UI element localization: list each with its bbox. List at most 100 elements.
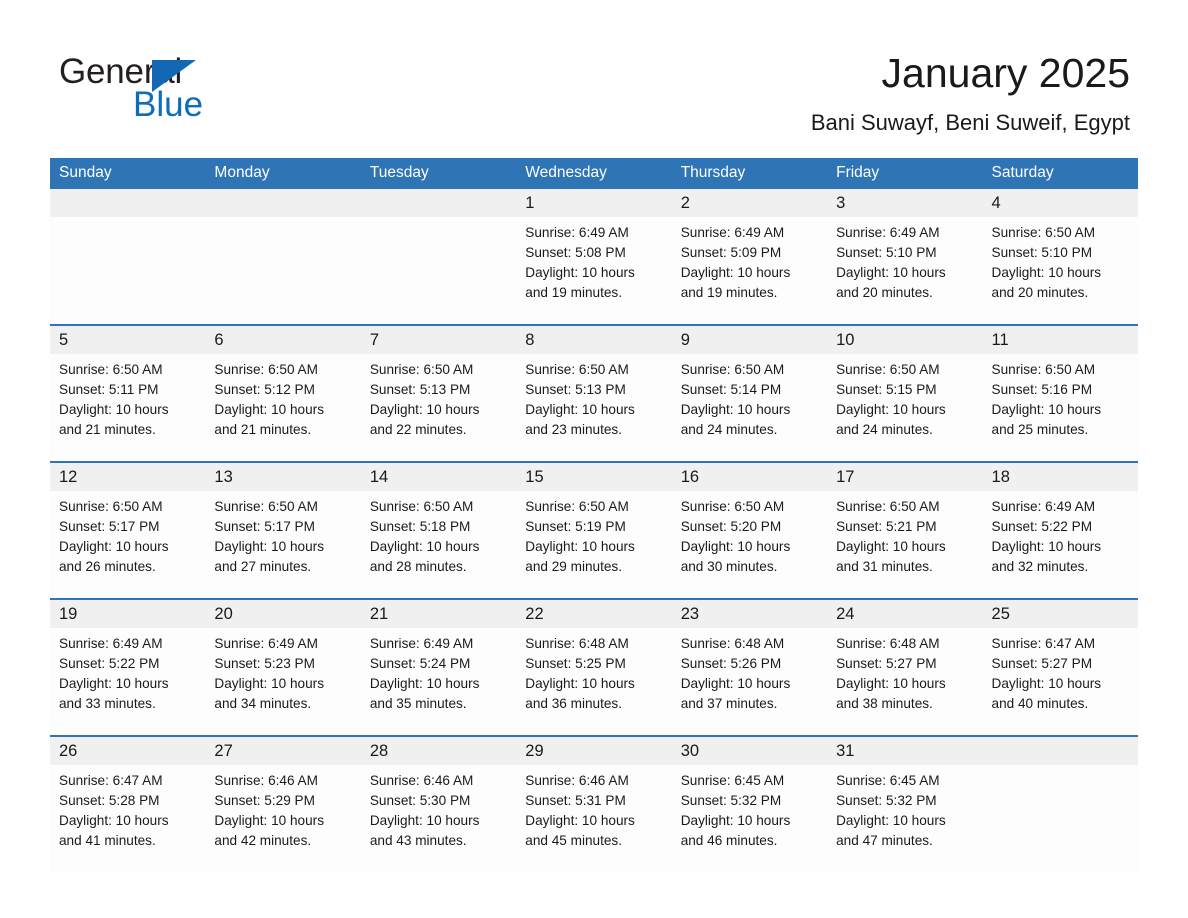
day-cell-inner: 25 Sunrise: 6:47 AM Sunset: 5:27 PM Dayligh… — [982, 600, 1138, 735]
day-detail-daylight1: Daylight: 10 hours — [369, 813, 480, 828]
day-detail-sunrise: Sunrise: 6:50 AM — [369, 499, 474, 514]
day-number-band: 30 — [671, 737, 828, 765]
day-detail-daylight1: Daylight: 10 hours — [214, 813, 324, 828]
calendar-day-cell[interactable]: 22 Sunrise: 6:48 AM Sunset: 5:25 PM Dayligh… — [516, 598, 672, 736]
day-detail-daylight1: Daylight: 10 hours — [525, 402, 635, 417]
calendar-day-cell[interactable]: 21 Sunrise: 6:49 AM Sunset: 5:24 PM Dayligh… — [360, 598, 517, 736]
calendar-day-cell[interactable]: 26 Sunrise: 6:47 AM Sunset: 5:28 PM Dayligh… — [50, 735, 206, 872]
day-detail-daylight1: Daylight: 10 hours — [836, 813, 946, 828]
day-detail-sunset: Sunset: 5:25 PM — [525, 656, 626, 671]
calendar-day-cell[interactable]: 11 Sunrise: 6:50 AM Sunset: 5:16 PM Dayligh… — [982, 324, 1138, 462]
day-detail-daylight2: and 40 minutes. — [991, 696, 1089, 711]
day-number: 14 — [369, 468, 389, 486]
calendar-day-cell[interactable]: 19 Sunrise: 6:49 AM Sunset: 5:22 PM Dayligh… — [50, 598, 206, 736]
calendar-day-cell[interactable]: 9 Sunrise: 6:50 AM Sunset: 5:14 PM Daylight… — [671, 324, 828, 462]
calendar-day-cell[interactable]: 12 Sunrise: 6:50 AM Sunset: 5:17 PM Dayligh… — [50, 461, 206, 599]
calendar-day-cell[interactable]: 24 Sunrise: 6:48 AM Sunset: 5:27 PM Dayligh… — [827, 598, 983, 736]
day-detail-sunrise: Sunrise: 6:50 AM — [59, 499, 163, 514]
day-number: 28 — [369, 742, 389, 760]
day-detail-daylight1: Daylight: 10 hours — [836, 402, 946, 417]
day-number-band: 19 — [50, 600, 206, 628]
day-detail-daylight1: Daylight: 10 hours — [369, 402, 480, 417]
calendar-day-cell[interactable]: 2 Sunrise: 6:49 AM Sunset: 5:09 PM Daylight… — [671, 189, 828, 325]
day-detail-sunrise: Sunrise: 6:50 AM — [369, 362, 474, 377]
day-number-band — [50, 189, 206, 217]
day-detail-sunrise: Sunrise: 6:47 AM — [59, 773, 163, 788]
day-cell-inner: 22 Sunrise: 6:48 AM Sunset: 5:25 PM Dayligh… — [516, 600, 672, 735]
day-detail-daylight1: Daylight: 10 hours — [991, 265, 1102, 280]
day-detail-daylight1: Daylight: 10 hours — [991, 539, 1102, 554]
calendar-day-cell[interactable]: 25 Sunrise: 6:47 AM Sunset: 5:27 PM Dayligh… — [982, 598, 1138, 736]
calendar-day-cell[interactable]: 18 Sunrise: 6:49 AM Sunset: 5:22 PM Dayligh… — [982, 461, 1138, 599]
calendar-day-cell[interactable]: 6 Sunrise: 6:50 AM Sunset: 5:12 PM Daylight… — [205, 324, 361, 462]
weekday-header-monday: Monday — [205, 158, 361, 189]
day-detail-sunset: Sunset: 5:13 PM — [525, 382, 626, 397]
page-title: January 2025 — [881, 50, 1130, 96]
calendar-day-cell[interactable]: 23 Sunrise: 6:48 AM Sunset: 5:26 PM Dayligh… — [671, 598, 828, 736]
day-detail-sunset: Sunset: 5:13 PM — [369, 382, 471, 397]
day-detail-daylight2: and 42 minutes. — [214, 833, 312, 848]
calendar-day-cell[interactable]: 7 Sunrise: 6:50 AM Sunset: 5:13 PM Daylight… — [360, 324, 517, 462]
day-cell-inner: 3 Sunrise: 6:49 AM Sunset: 5:10 PM Daylight… — [827, 189, 983, 324]
day-detail-sunrise: Sunrise: 6:50 AM — [214, 499, 318, 514]
weekday-header-thursday: Thursday — [671, 158, 828, 189]
calendar-day-cell[interactable]: 17 Sunrise: 6:50 AM Sunset: 5:21 PM Dayligh… — [827, 461, 983, 599]
day-detail-daylight2: and 21 minutes. — [214, 422, 312, 437]
day-number: 10 — [836, 331, 855, 349]
day-number: 19 — [59, 605, 78, 623]
day-cell-inner: 29 Sunrise: 6:46 AM Sunset: 5:31 PM Dayligh… — [516, 737, 672, 872]
day-number-band: 10 — [827, 326, 983, 354]
day-detail-sunset: Sunset: 5:29 PM — [214, 793, 315, 808]
day-detail-daylight1: Daylight: 10 hours — [525, 813, 635, 828]
calendar-day-cell[interactable]: 29 Sunrise: 6:46 AM Sunset: 5:31 PM Dayligh… — [516, 735, 672, 872]
day-detail-daylight2: and 32 minutes. — [991, 559, 1089, 574]
day-number-band: 21 — [360, 600, 517, 628]
day-detail-sunset: Sunset: 5:10 PM — [836, 245, 937, 260]
calendar-table: Sunday Monday Tuesday Wednesday Thursday… — [50, 158, 1138, 872]
calendar-day-cell[interactable]: 28 Sunrise: 6:46 AM Sunset: 5:30 PM Dayligh… — [360, 735, 517, 872]
day-details: Sunrise: 6:50 AM Sunset: 5:19 PM Daylight:… — [516, 491, 671, 577]
calendar-day-cell[interactable]: 30 Sunrise: 6:45 AM Sunset: 5:32 PM Dayligh… — [671, 735, 828, 872]
day-detail-daylight1: Daylight: 10 hours — [59, 539, 169, 554]
calendar-day-cell[interactable]: 10 Sunrise: 6:50 AM Sunset: 5:15 PM Dayligh… — [827, 324, 983, 462]
calendar-day-cell[interactable]: 13 Sunrise: 6:50 AM Sunset: 5:17 PM Dayligh… — [205, 461, 361, 599]
day-detail-sunrise: Sunrise: 6:50 AM — [991, 225, 1096, 240]
day-cell-inner — [982, 737, 1138, 872]
day-number: 7 — [369, 331, 380, 349]
day-detail-daylight1: Daylight: 10 hours — [214, 676, 324, 691]
calendar-day-cell[interactable]: 20 Sunrise: 6:49 AM Sunset: 5:23 PM Dayligh… — [205, 598, 361, 736]
day-detail-sunset: Sunset: 5:30 PM — [369, 793, 471, 808]
calendar-day-cell[interactable]: 15 Sunrise: 6:50 AM Sunset: 5:19 PM Dayligh… — [516, 461, 672, 599]
day-detail-sunset: Sunset: 5:21 PM — [836, 519, 937, 534]
day-detail-daylight2: and 43 minutes. — [369, 833, 467, 848]
day-number-band: 18 — [982, 463, 1138, 491]
day-cell-inner — [360, 189, 517, 324]
calendar-day-cell[interactable]: 14 Sunrise: 6:50 AM Sunset: 5:18 PM Dayligh… — [360, 461, 517, 599]
day-detail-sunset: Sunset: 5:23 PM — [214, 656, 315, 671]
day-number-band: 12 — [50, 463, 206, 491]
day-number: 23 — [680, 605, 700, 623]
day-number-band: 31 — [827, 737, 983, 765]
day-details: Sunrise: 6:48 AM Sunset: 5:26 PM Daylight:… — [672, 628, 827, 714]
calendar-day-cell[interactable]: 31 Sunrise: 6:45 AM Sunset: 5:32 PM Dayligh… — [827, 735, 983, 872]
day-number-band: 15 — [516, 463, 672, 491]
day-details: Sunrise: 6:48 AM Sunset: 5:27 PM Daylight:… — [827, 628, 982, 714]
weekday-header-wednesday: Wednesday — [516, 158, 672, 189]
day-cell-inner: 1 Sunrise: 6:49 AM Sunset: 5:08 PM Daylight… — [516, 189, 672, 324]
day-number-band — [205, 189, 361, 217]
day-number-band: 17 — [827, 463, 983, 491]
day-detail-sunset: Sunset: 5:20 PM — [680, 519, 782, 534]
day-detail-sunset: Sunset: 5:12 PM — [214, 382, 315, 397]
day-detail-daylight2: and 47 minutes. — [836, 833, 933, 848]
calendar-day-cell[interactable]: 3 Sunrise: 6:49 AM Sunset: 5:10 PM Daylight… — [827, 189, 983, 325]
calendar-day-cell[interactable]: 5 Sunrise: 6:50 AM Sunset: 5:11 PM Daylight… — [50, 324, 206, 462]
day-detail-sunset: Sunset: 5:15 PM — [836, 382, 937, 397]
calendar-week-row: 12 Sunrise: 6:50 AM Sunset: 5:17 PM Dayligh… — [50, 461, 1138, 599]
calendar-day-cell[interactable]: 27 Sunrise: 6:46 AM Sunset: 5:29 PM Dayligh… — [205, 735, 361, 872]
day-cell-inner: 23 Sunrise: 6:48 AM Sunset: 5:26 PM Dayligh… — [671, 600, 828, 735]
calendar-day-cell[interactable]: 4 Sunrise: 6:50 AM Sunset: 5:10 PM Daylight… — [982, 189, 1138, 325]
day-detail-sunrise: Sunrise: 6:49 AM — [525, 225, 629, 240]
calendar-day-cell[interactable]: 16 Sunrise: 6:50 AM Sunset: 5:20 PM Dayligh… — [671, 461, 828, 599]
calendar-day-cell[interactable]: 8 Sunrise: 6:50 AM Sunset: 5:13 PM Daylight… — [516, 324, 672, 462]
calendar-day-cell[interactable]: 1 Sunrise: 6:49 AM Sunset: 5:08 PM Daylight… — [516, 189, 672, 325]
